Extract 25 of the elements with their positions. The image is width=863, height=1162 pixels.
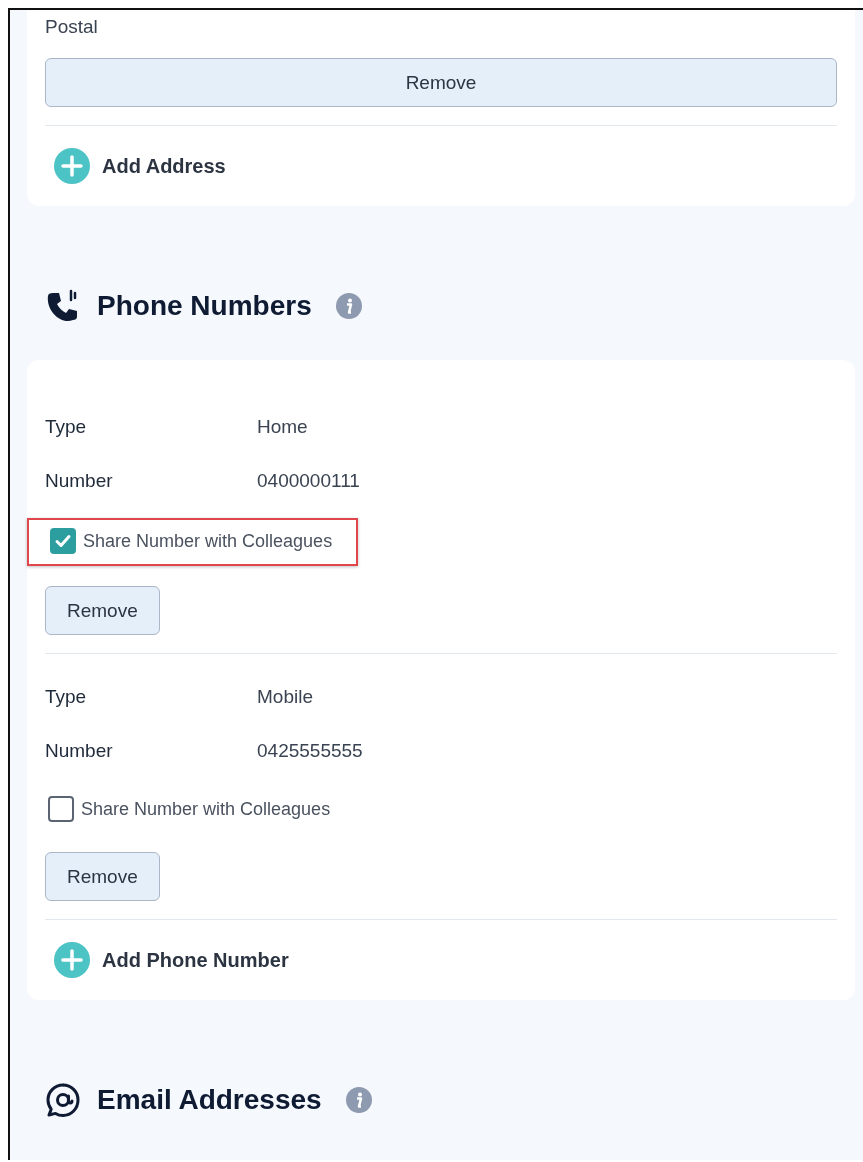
address-type: Postal <box>45 16 98 38</box>
checkbox[interactable] <box>48 796 74 822</box>
field-label: Number <box>45 740 114 762</box>
section-title: Phone Numbers <box>97 290 312 322</box>
field-value: Home <box>257 416 309 438</box>
checkbox-label[interactable]: Share Number with Colleagues <box>83 530 333 552</box>
remove-button[interactable]: Remove <box>45 58 837 107</box>
field-value: 0400000111 <box>257 470 360 492</box>
info-icon <box>345 1087 372 1113</box>
plus-icon <box>54 148 90 184</box>
add-button[interactable]: Add Phone Number <box>54 942 289 978</box>
at-sign-icon <box>45 1082 81 1118</box>
checkbox[interactable] <box>50 528 76 554</box>
field-label: Number <box>45 470 114 492</box>
field-label: Type <box>45 686 88 708</box>
section-title: Email Addresses <box>97 1084 322 1116</box>
plus-icon <box>54 942 90 978</box>
info-icon <box>335 293 362 319</box>
remove-button[interactable]: Remove <box>45 586 160 635</box>
field-value: Mobile <box>257 686 314 708</box>
field-value: 0425555555 <box>257 740 363 762</box>
add-button[interactable]: Add Address <box>54 148 226 184</box>
field-label: Type <box>45 416 88 438</box>
checkbox-label[interactable]: Share Number with Colleagues <box>81 798 331 820</box>
remove-button[interactable]: Remove <box>45 852 160 901</box>
